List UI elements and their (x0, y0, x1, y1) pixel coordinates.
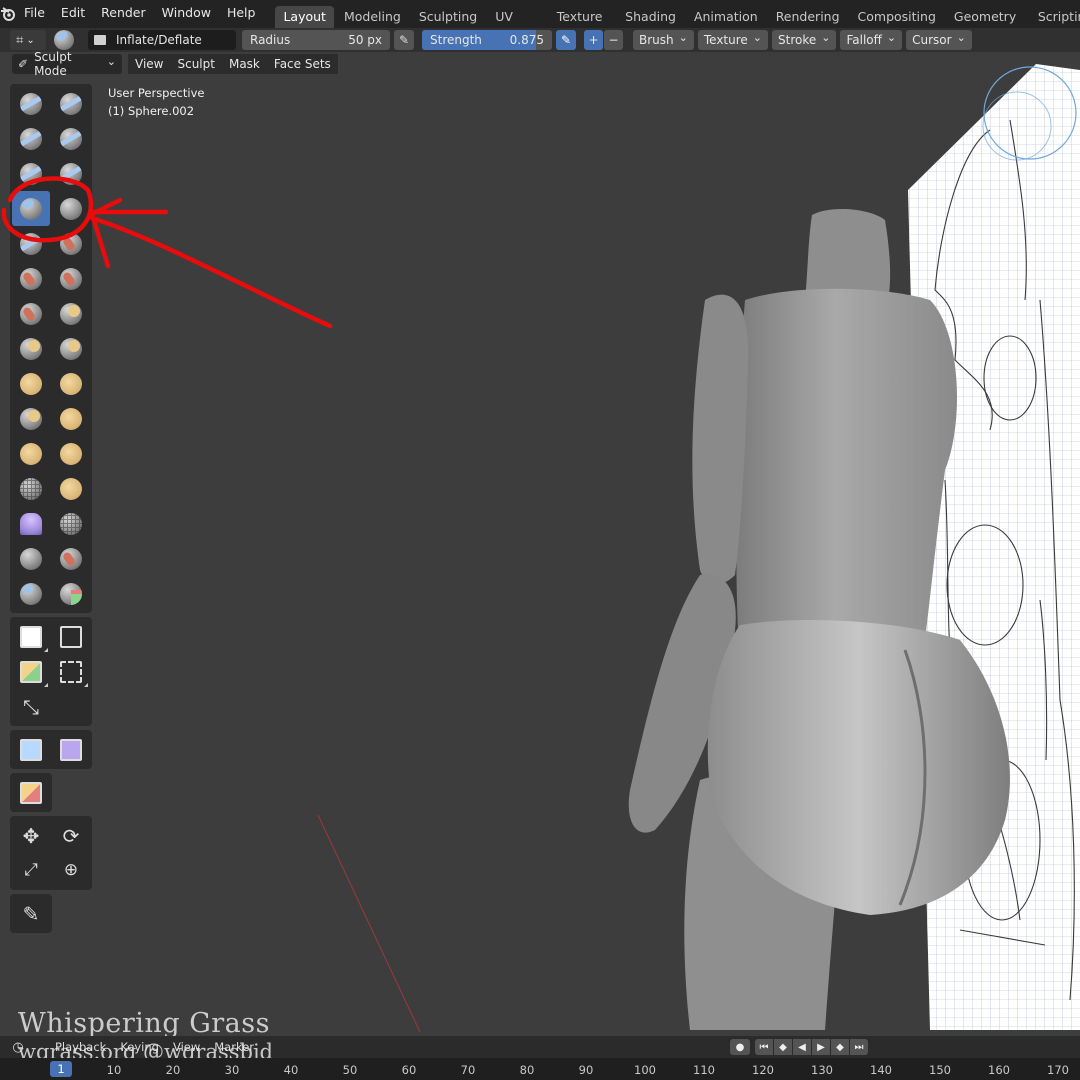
timeline-tick-label: 130 (811, 1063, 833, 1077)
jump-end-icon: ⏭ (854, 1041, 864, 1053)
record-icon: ● (735, 1041, 745, 1053)
jump-keyframe-back-button[interactable]: ◆ (774, 1039, 792, 1055)
timeline-tick-label: 120 (752, 1063, 774, 1077)
keyframe-back-icon: ◆ (779, 1041, 787, 1053)
current-frame-indicator[interactable]: 1 (50, 1061, 72, 1077)
timeline-tick-label: 40 (283, 1063, 299, 1077)
watermark-title: Whispering Grass (18, 1008, 270, 1039)
timeline-tick-label: 90 (578, 1063, 594, 1077)
jump-keyframe-forward-button[interactable]: ◆ (831, 1039, 849, 1055)
timeline-tick-label: 10 (106, 1063, 122, 1077)
timeline-tick-label: 20 (165, 1063, 181, 1077)
timeline-ruler[interactable]: 1 10 20 30 40 50 60 70 80 90 100 110 120 130 140 150 16… (0, 1058, 1080, 1080)
jump-end-button[interactable]: ⏭ (850, 1039, 868, 1055)
play-icon: ▶ (817, 1041, 825, 1053)
timeline-tick-label: 140 (870, 1063, 892, 1077)
red-annotation (1, 176, 333, 329)
keyframe-forward-icon: ◆ (836, 1041, 844, 1053)
play-reverse-button[interactable]: ◀ (793, 1039, 811, 1055)
timeline-tick-label: 70 (460, 1063, 476, 1077)
auto-keying-toggle[interactable]: ● (730, 1039, 750, 1055)
timeline-tick-label: 160 (988, 1063, 1010, 1077)
timeline-tick-label: 30 (224, 1063, 240, 1077)
play-button[interactable]: ▶ (812, 1039, 830, 1055)
timeline-tick-label: 100 (634, 1063, 656, 1077)
jump-start-icon: ⏮ (759, 1041, 769, 1053)
timeline-tick-label: 170 (1047, 1063, 1069, 1077)
play-reverse-icon: ◀ (798, 1041, 806, 1053)
red-arrow-shaft-bottom (89, 215, 333, 329)
timeline-tick-label: 80 (519, 1063, 535, 1077)
timeline-tick-label: 60 (401, 1063, 417, 1077)
timeline-tick-label: 150 (929, 1063, 951, 1077)
red-circle-mark (1, 176, 94, 243)
timeline-tick-label: 110 (693, 1063, 715, 1077)
timeline-tick-label: 50 (342, 1063, 358, 1077)
playback-controls: ● ⏮ ◆ ◀ ▶ ◆ ⏭ (729, 1039, 868, 1055)
jump-start-button[interactable]: ⏮ (755, 1039, 773, 1055)
